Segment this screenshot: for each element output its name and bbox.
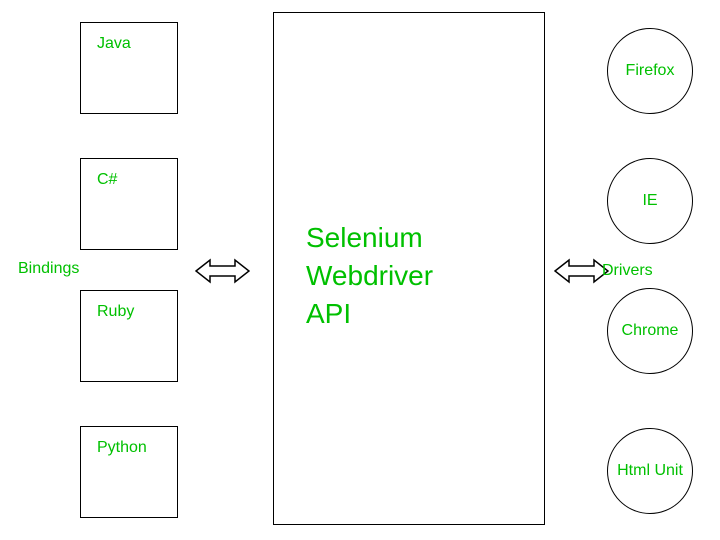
driver-label: IE <box>642 191 657 210</box>
driver-circle-chrome: Chrome <box>607 288 693 374</box>
driver-circle-htmlunit: Html Unit <box>607 428 693 514</box>
driver-circle-ie: IE <box>607 158 693 244</box>
driver-label: Html Unit <box>617 461 683 480</box>
binding-label: Ruby <box>97 303 134 320</box>
binding-box-ruby: Ruby <box>80 290 178 382</box>
binding-label: Java <box>97 35 131 52</box>
driver-label: Chrome <box>622 321 679 340</box>
center-line-1: Selenium <box>306 219 433 257</box>
driver-circle-firefox: Firefox <box>607 28 693 114</box>
center-api-box: Selenium Webdriver API <box>273 12 545 525</box>
binding-label: Python <box>97 439 147 456</box>
center-line-2: Webdriver <box>306 257 433 295</box>
diagram-stage: Bindings Java C# Ruby Python Selenium We… <box>0 0 720 540</box>
binding-box-python: Python <box>80 426 178 518</box>
binding-box-csharp: C# <box>80 158 178 250</box>
binding-label: C# <box>97 171 117 188</box>
bindings-label: Bindings <box>18 260 79 278</box>
double-arrow-icon <box>195 256 250 286</box>
drivers-label: Drivers <box>602 262 653 280</box>
binding-box-java: Java <box>80 22 178 114</box>
double-arrow-icon <box>554 256 609 286</box>
center-line-3: API <box>306 295 433 333</box>
driver-label: Firefox <box>626 61 675 80</box>
